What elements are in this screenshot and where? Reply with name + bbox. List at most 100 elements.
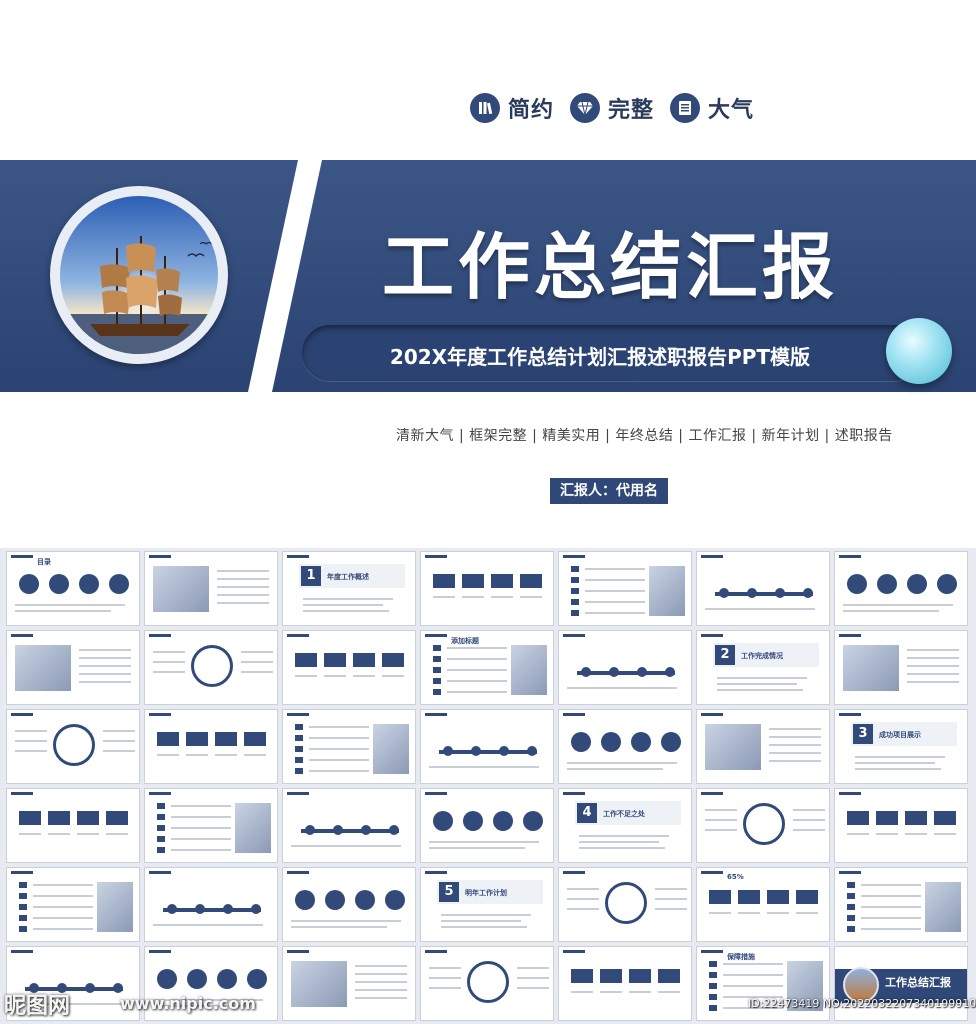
feature-label: 简约	[508, 98, 555, 123]
thumb-text-line	[353, 675, 375, 677]
slide-thumbnail[interactable]	[6, 630, 140, 705]
thumb-block	[353, 653, 375, 667]
thumb-block	[767, 890, 789, 904]
thumb-image	[15, 645, 71, 691]
thumb-image	[649, 566, 685, 616]
thumb-timeline-dot	[113, 983, 123, 993]
thumb-list-marker	[157, 814, 165, 820]
slide-thumbnail[interactable]	[6, 867, 140, 942]
slide-thumbnail[interactable]	[144, 709, 278, 784]
slide-thumbnail[interactable]	[282, 709, 416, 784]
slide-thumbnail[interactable]	[558, 867, 692, 942]
slide-thumbnail[interactable]	[834, 551, 968, 626]
thumb-text-line	[517, 967, 549, 969]
document-icon	[670, 93, 701, 123]
slide-thumbnail[interactable]: 5 明年工作计划	[420, 867, 554, 942]
watermark-id: ID:22473419 NO:20220322073401999104	[748, 997, 976, 1010]
thumb-block	[186, 732, 208, 746]
thumb-block	[876, 811, 898, 825]
slide-thumbnail[interactable]	[144, 788, 278, 863]
thumb-timeline-dot	[665, 667, 675, 677]
slide-thumbnail[interactable]: 目录	[6, 551, 140, 626]
thumb-timeline-dot	[637, 667, 647, 677]
thumb-header-mark	[425, 871, 447, 874]
slide-thumbnail[interactable]	[558, 630, 692, 705]
thumb-text-line	[33, 906, 93, 908]
thumb-text-line	[517, 977, 549, 979]
thumb-text-line	[217, 594, 269, 596]
slide-thumbnail[interactable]	[696, 709, 830, 784]
slide-thumbnail[interactable]	[282, 788, 416, 863]
thumb-header-mark	[11, 555, 33, 558]
thumb-section-number: 2	[715, 645, 735, 665]
thumb-text-line	[15, 604, 125, 606]
slide-thumbnail[interactable]	[558, 551, 692, 626]
thumb-text-line	[171, 838, 231, 840]
slide-thumbnail[interactable]	[420, 551, 554, 626]
thumb-timeline-dot	[471, 746, 481, 756]
slide-thumbnail[interactable]	[696, 788, 830, 863]
slide-thumbnail[interactable]	[834, 788, 968, 863]
slide-thumbnail[interactable]: 2 工作完成情况	[696, 630, 830, 705]
thumb-circle	[601, 732, 621, 752]
thumb-list-marker	[433, 667, 441, 673]
thumb-text-line	[769, 744, 821, 746]
thumb-header-mark	[11, 871, 33, 874]
thumb-chart-bar	[163, 908, 261, 912]
slide-thumbnail[interactable]	[144, 551, 278, 626]
slide-thumbnail[interactable]	[558, 709, 692, 784]
slide-thumbnail[interactable]	[282, 867, 416, 942]
thumb-ring	[53, 724, 95, 766]
thumb-timeline-dot	[195, 904, 205, 914]
slide-thumbnail[interactable]: 3 成功项目展示	[834, 709, 968, 784]
thumb-text-line	[103, 740, 135, 742]
slide-thumbnail[interactable]	[144, 630, 278, 705]
slide-thumbnail[interactable]	[834, 867, 968, 942]
slide-thumbnail[interactable]	[834, 630, 968, 705]
thumb-chart-bar	[439, 750, 537, 754]
slide-thumbnail[interactable]	[558, 946, 692, 1021]
thumb-circle	[217, 969, 237, 989]
watermark-url: www.nipic.com	[120, 994, 256, 1013]
slide-thumbnail[interactable]	[696, 551, 830, 626]
thumb-block	[48, 811, 70, 825]
thumb-section-number: 3	[853, 724, 873, 744]
thumb-header-mark	[701, 950, 723, 953]
thumb-section-title: 明年工作计划	[465, 889, 507, 897]
slide-thumbnail[interactable]	[282, 630, 416, 705]
slide-thumbnail[interactable]	[6, 709, 140, 784]
thumb-text-line	[767, 912, 789, 914]
thumb-text-line	[796, 912, 818, 914]
slide-thumbnail[interactable]: 4 工作不足之处	[558, 788, 692, 863]
thumb-list-marker	[709, 983, 717, 989]
slide-thumbnail[interactable]	[420, 946, 554, 1021]
thumb-list-marker	[19, 882, 27, 888]
thumb-block	[77, 811, 99, 825]
thumb-text-line	[723, 974, 783, 976]
thumb-text-line	[579, 841, 659, 843]
slide-thumbnail[interactable]	[420, 788, 554, 863]
thumb-list-marker	[433, 645, 441, 651]
thumb-circle	[355, 890, 375, 910]
slide-thumbnail[interactable]	[144, 867, 278, 942]
slide-thumbnail[interactable]	[420, 709, 554, 784]
thumb-timeline-dot	[443, 746, 453, 756]
feature-label: 完整	[608, 98, 655, 123]
slide-thumbnail[interactable]	[282, 946, 416, 1021]
thumb-header-mark	[563, 792, 585, 795]
thumb-text-line	[567, 888, 599, 890]
thumb-ring	[605, 882, 647, 924]
thumb-text-line	[217, 570, 269, 572]
thumb-list-marker	[19, 904, 27, 910]
slide-thumbnail[interactable]: 65%	[696, 867, 830, 942]
thumb-timeline-dot	[389, 825, 399, 835]
feature-label: 大气	[708, 98, 755, 123]
slide-thumbnail[interactable]	[6, 788, 140, 863]
thumb-list-marker	[433, 678, 441, 684]
slide-thumbnail[interactable]: 1 年度工作概述	[282, 551, 416, 626]
thumb-text-line	[705, 819, 737, 821]
thumb-image	[97, 882, 133, 932]
thumb-text-line	[79, 681, 131, 683]
slide-thumbnail[interactable]: 添加标题	[420, 630, 554, 705]
thumb-text-line	[295, 675, 317, 677]
